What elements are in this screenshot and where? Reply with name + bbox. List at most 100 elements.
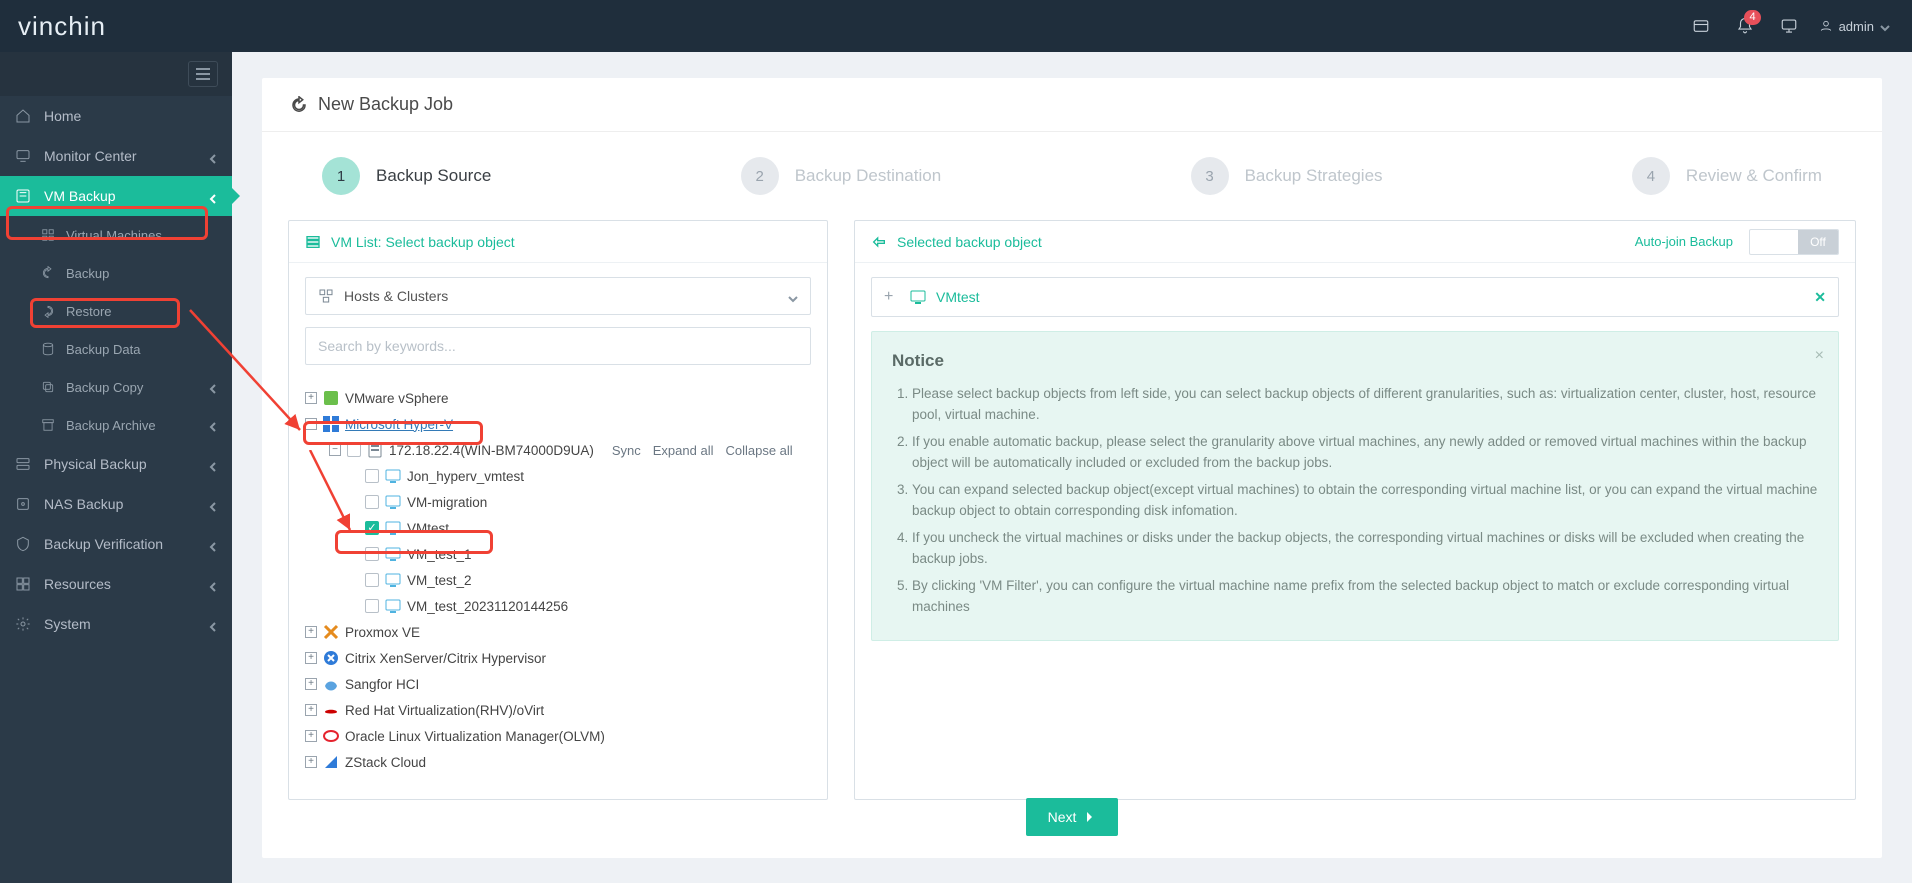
nav-resources[interactable]: Resources [0, 564, 232, 604]
step-4[interactable]: 4 Review & Confirm [1632, 157, 1822, 195]
nav-backup-verification[interactable]: Backup Verification [0, 524, 232, 564]
view-selector[interactable]: Hosts & Clusters [305, 277, 811, 315]
tree-label-link[interactable]: Microsoft Hyper-V [345, 417, 453, 432]
selected-title: Selected backup object [897, 234, 1042, 250]
step-1[interactable]: 1 Backup Source [322, 157, 491, 195]
checkbox[interactable] [365, 547, 379, 561]
nav-label: NAS Backup [44, 496, 123, 512]
notice-list: Please select backup objects from left s… [892, 384, 1818, 617]
chevron-icon [208, 420, 218, 430]
tree-node-vm[interactable]: VM_test_1 [305, 541, 811, 567]
tree-node-citrix[interactable]: +Citrix XenServer/Citrix Hypervisor [305, 645, 811, 671]
tree-node-vm[interactable]: VM-migration [305, 489, 811, 515]
nav-physical-backup[interactable]: Physical Backup [0, 444, 232, 484]
nav-backup-copy[interactable]: Backup Copy [0, 368, 232, 406]
chevron-down-icon [1880, 21, 1890, 31]
expand-icon[interactable]: + [305, 626, 317, 638]
autojoin-switch[interactable]: On Off [1749, 229, 1839, 255]
nav-sub-label: Backup [66, 266, 109, 281]
inbox-icon[interactable] [1679, 0, 1723, 52]
tree-node-vm[interactable]: VM_test_20231120144256 [305, 593, 811, 619]
expand-icon[interactable]: + [305, 392, 317, 404]
checkbox[interactable] [365, 573, 379, 587]
tree-node-vm-checked[interactable]: VMtest [305, 515, 811, 541]
checkbox[interactable] [365, 469, 379, 483]
nav-nas-backup[interactable]: NAS Backup [0, 484, 232, 524]
step-2[interactable]: 2 Backup Destination [741, 157, 941, 195]
tree-node-olvm[interactable]: +Oracle Linux Virtualization Manager(OLV… [305, 723, 811, 749]
expand-icon[interactable]: + [305, 704, 317, 716]
collapse-icon[interactable]: − [305, 418, 317, 430]
vm-icon [385, 494, 401, 510]
user-name: admin [1839, 19, 1874, 34]
sidebar-toggle[interactable] [188, 61, 218, 87]
tree-node-vm[interactable]: VM_test_2 [305, 567, 811, 593]
remove-icon[interactable]: ✕ [1814, 289, 1826, 306]
tree-label: VM_test_20231120144256 [407, 599, 568, 614]
step-label: Backup Source [376, 166, 491, 186]
oracle-icon [323, 728, 339, 744]
action-expand-all[interactable]: Expand all [653, 443, 714, 458]
nav-backup-archive[interactable]: Backup Archive [0, 406, 232, 444]
tree-node-zstack[interactable]: + ZStack Cloud [305, 749, 811, 775]
nav-home[interactable]: Home [0, 96, 232, 136]
checkbox-checked[interactable] [365, 521, 379, 535]
sidebar: Home Monitor Center VM Backup Virtual Ma… [0, 52, 232, 883]
user-menu[interactable]: admin [1819, 19, 1890, 34]
nav-sub-label: Backup Archive [66, 418, 156, 433]
tree-label: ZStack Cloud [345, 755, 426, 770]
monitor-icon[interactable] [1767, 0, 1811, 52]
switch-off: Off [1798, 230, 1838, 254]
tree-node-host[interactable]: − 172.18.22.4(WIN-BM74000D9UA) Sync Expa… [305, 437, 811, 463]
tree-node-sangfor[interactable]: +Sangfor HCI [305, 671, 811, 697]
next-button[interactable]: Next [1026, 798, 1119, 836]
monitor-center-icon [14, 148, 32, 164]
search-input[interactable] [305, 327, 811, 365]
chevron-icon [208, 619, 218, 629]
nav-sub-label: Restore [66, 304, 112, 319]
autojoin-label: Auto-join Backup [1635, 234, 1733, 249]
step-3[interactable]: 3 Backup Strategies [1191, 157, 1383, 195]
checkbox[interactable] [347, 443, 361, 457]
action-collapse-all[interactable]: Collapse all [725, 443, 792, 458]
nav-system[interactable]: System [0, 604, 232, 644]
server-icon [14, 456, 32, 472]
tree-node-vsphere[interactable]: + VMware vSphere [305, 385, 811, 411]
refresh-icon [290, 96, 308, 114]
nav-label: Monitor Center [44, 148, 137, 164]
close-icon[interactable]: × [1815, 344, 1824, 369]
notification-badge: 4 [1744, 10, 1760, 25]
expand-icon[interactable]: + [305, 756, 317, 768]
selected-vm-row[interactable]: + VMtest ✕ [871, 277, 1839, 317]
selected-vm-name: VMtest [936, 289, 980, 305]
step-number: 4 [1632, 157, 1670, 195]
expand-icon[interactable]: + [305, 730, 317, 742]
vm-icon [910, 289, 926, 305]
checkbox[interactable] [365, 495, 379, 509]
page-title: New Backup Job [318, 94, 453, 115]
nav-backup-data[interactable]: Backup Data [0, 330, 232, 368]
expand-icon[interactable]: + [305, 678, 317, 690]
expand-icon[interactable]: + [305, 652, 317, 664]
nav-sub-label: Backup Copy [66, 380, 143, 395]
tree-node-redhat[interactable]: +Red Hat Virtualization(RHV)/oVirt [305, 697, 811, 723]
collapse-icon[interactable]: − [329, 444, 341, 456]
nav-virtual-machines[interactable]: Virtual Machines [0, 216, 232, 254]
action-sync[interactable]: Sync [612, 443, 641, 458]
chevron-icon [208, 151, 218, 161]
tree-node-vm[interactable]: Jon_hyperv_vmtest [305, 463, 811, 489]
nav-vm-backup[interactable]: VM Backup [0, 176, 232, 216]
checkbox[interactable] [365, 599, 379, 613]
tree-node-proxmox[interactable]: +Proxmox VE [305, 619, 811, 645]
home-icon [14, 108, 32, 124]
notice-item: If you enable automatic backup, please s… [912, 432, 1818, 474]
nav-backup[interactable]: Backup [0, 254, 232, 292]
bell-icon[interactable]: 4 [1723, 0, 1767, 52]
plus-icon[interactable]: + [884, 289, 900, 305]
nav-restore[interactable]: Restore [0, 292, 232, 330]
tree-node-hyperv[interactable]: − Microsoft Hyper-V [305, 411, 811, 437]
nav-monitor-center[interactable]: Monitor Center [0, 136, 232, 176]
selected-card: Selected backup object Auto-join Backup … [854, 220, 1856, 800]
notice-box: × Notice Please select backup objects fr… [871, 331, 1839, 641]
notice-item: Please select backup objects from left s… [912, 384, 1818, 426]
